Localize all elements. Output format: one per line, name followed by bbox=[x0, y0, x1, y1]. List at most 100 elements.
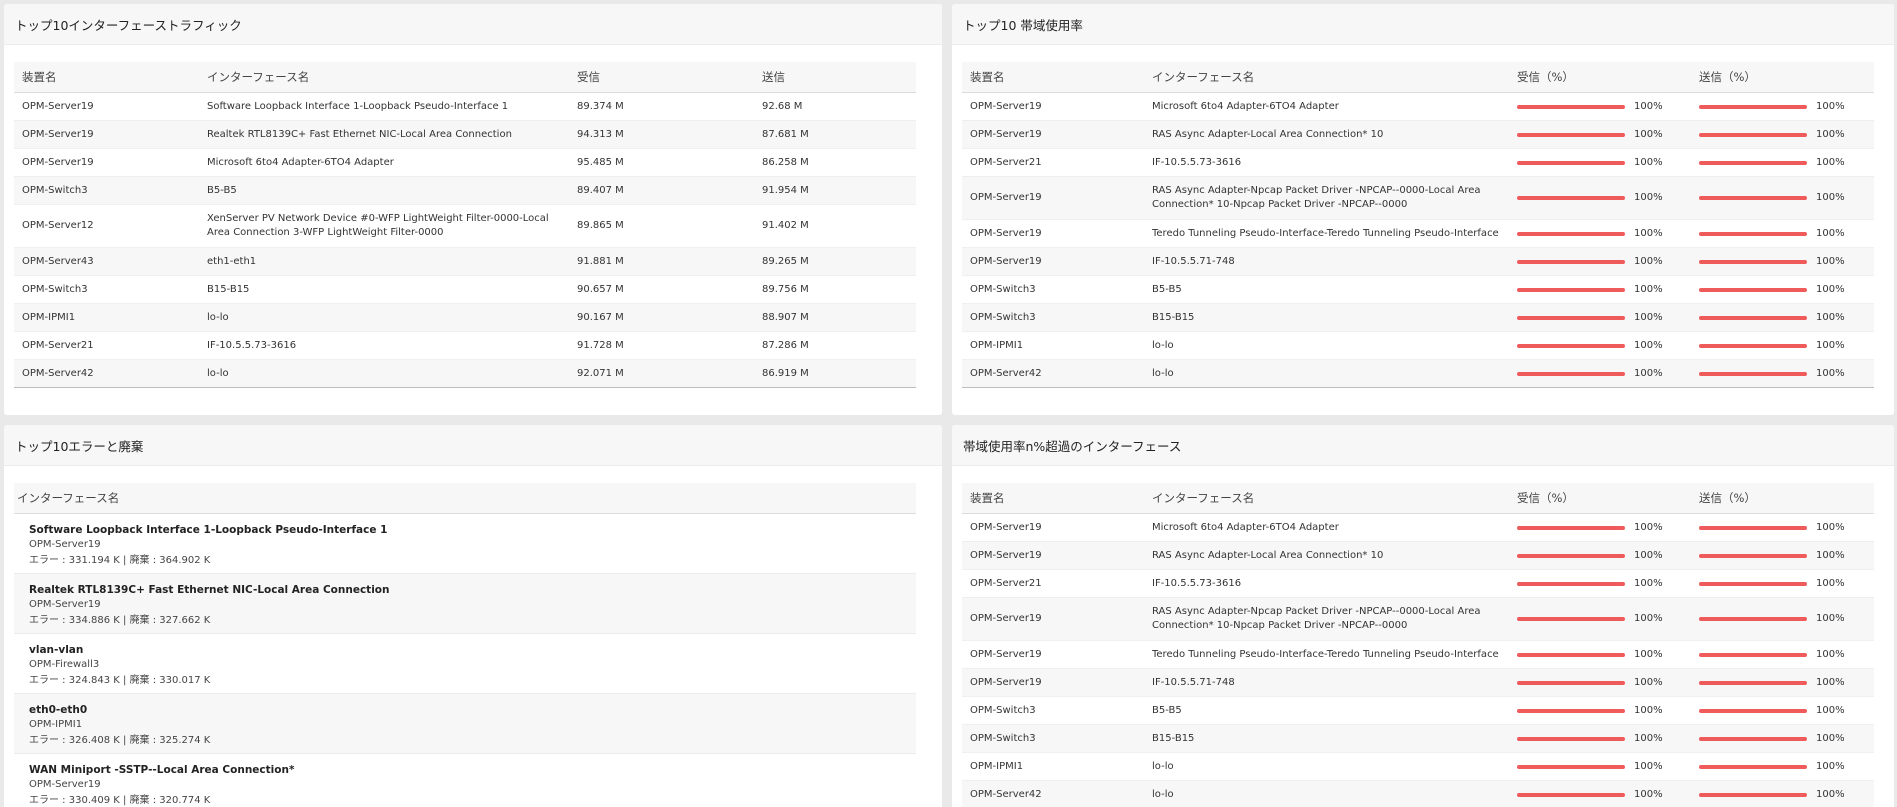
table-row[interactable]: OPM-Switch3 B5-B5 100% 100% bbox=[962, 697, 1874, 725]
table-row[interactable]: OPM-IPMI1 lo-lo 100% 100% bbox=[962, 332, 1874, 360]
bandwidth-table: 装置名 インターフェース名 受信（%） 送信（%） OPM-Server19 Mi… bbox=[962, 62, 1874, 388]
table-row[interactable]: OPM-Server21 IF-10.5.5.73-3616 100% 100% bbox=[962, 570, 1874, 598]
rx-cell: 89.374 M bbox=[577, 100, 624, 112]
tx-usage-bar bbox=[1699, 553, 1807, 558]
rx-percent: 100% bbox=[1634, 549, 1663, 561]
interface-cell: Microsoft 6to4 Adapter-6TO4 Adapter bbox=[207, 156, 394, 168]
table-row[interactable]: OPM-Server19 Teredo Tunneling Pseudo-Inte… bbox=[962, 641, 1874, 669]
tx-usage-bar bbox=[1699, 652, 1807, 657]
tx-percent: 100% bbox=[1816, 311, 1845, 323]
list-item[interactable]: WAN Miniport -SSTP--Local Area Connectio… bbox=[14, 754, 916, 807]
table-row[interactable]: OPM-Server21 IF-10.5.5.73-3616 91.728 M 87.… bbox=[14, 332, 916, 360]
rx-usage-bar bbox=[1517, 525, 1625, 530]
interface-cell: IF-10.5.5.71-748 bbox=[1152, 676, 1235, 688]
tx-percent: 100% bbox=[1816, 788, 1845, 800]
table-row[interactable]: OPM-Server19 RAS Async Adapter-Local Area… bbox=[962, 121, 1874, 149]
rx-usage-bar bbox=[1517, 104, 1625, 109]
col-device[interactable]: 装置名 bbox=[14, 70, 199, 84]
table-row[interactable]: OPM-Server21 IF-10.5.5.73-3616 100% 100% bbox=[962, 149, 1874, 177]
list-item[interactable]: vlan-vlan OPM-Firewall3 エラー : 324.843 K … bbox=[14, 634, 916, 694]
traffic-table: 装置名 インターフェース名 受信 送信 OPM-Server19 Software… bbox=[14, 62, 916, 388]
table-row[interactable]: OPM-Server42 lo-lo 92.071 M 86.919 M bbox=[14, 360, 916, 388]
rx-cell: 90.167 M bbox=[577, 311, 624, 323]
table-row[interactable]: OPM-Server19 IF-10.5.5.71-748 100% 100% bbox=[962, 248, 1874, 276]
rx-percent: 100% bbox=[1634, 156, 1663, 168]
list-item[interactable]: Software Loopback Interface 1-Loopback P… bbox=[14, 514, 916, 574]
rx-usage-bar bbox=[1517, 581, 1625, 586]
tx-percent: 100% bbox=[1816, 367, 1845, 379]
table-row[interactable]: OPM-Server19 Teredo Tunneling Pseudo-Inte… bbox=[962, 220, 1874, 248]
table-row[interactable]: OPM-Server43 eth1-eth1 91.881 M 89.265 M bbox=[14, 248, 916, 276]
interface-column-header[interactable]: インターフェース名 bbox=[14, 483, 916, 514]
table-row[interactable]: OPM-IPMI1 lo-lo 90.167 M 88.907 M bbox=[14, 304, 916, 332]
interface-cell: Teredo Tunneling Pseudo-Interface-Teredo… bbox=[1152, 648, 1499, 660]
rx-percent: 100% bbox=[1634, 648, 1663, 660]
tx-percent: 100% bbox=[1816, 100, 1845, 112]
table-row[interactable]: OPM-Switch3 B15-B15 100% 100% bbox=[962, 304, 1874, 332]
table-row[interactable]: OPM-Server19 Realtek RTL8139C+ Fast Ether… bbox=[14, 121, 916, 149]
tx-usage-bar bbox=[1699, 525, 1807, 530]
tx-percent: 100% bbox=[1816, 577, 1845, 589]
device-cell: OPM-Server19 bbox=[22, 100, 94, 112]
rx-usage-bar bbox=[1517, 343, 1625, 348]
table-row[interactable]: OPM-Server19 RAS Async Adapter-Local Area… bbox=[962, 542, 1874, 570]
col-device[interactable]: 装置名 bbox=[962, 70, 1144, 84]
tx-cell: 100% bbox=[1691, 128, 1874, 142]
table-row[interactable]: OPM-Server19 IF-10.5.5.71-748 100% 100% bbox=[962, 669, 1874, 697]
tx-percent: 100% bbox=[1816, 760, 1845, 772]
interface-cell: RAS Async Adapter-Npcap Packet Driver -N… bbox=[1152, 606, 1481, 631]
col-interface[interactable]: インターフェース名 bbox=[199, 70, 569, 84]
widget-title: トップ10エラーと廃棄 bbox=[4, 425, 942, 466]
col-tx-pct[interactable]: 送信（%） bbox=[1691, 70, 1874, 84]
widget-title: トップ10インターフェーストラフィック bbox=[4, 4, 942, 45]
rx-percent: 100% bbox=[1634, 613, 1663, 624]
error-discard-stats: エラー : 334.886 K | 廃棄 : 327.662 K bbox=[29, 615, 211, 626]
rx-percent: 100% bbox=[1634, 704, 1663, 716]
table-row[interactable]: OPM-Server19 RAS Async Adapter-Npcap Pack… bbox=[962, 598, 1874, 641]
device-cell: OPM-Server12 bbox=[22, 220, 94, 231]
interface-cell: Realtek RTL8139C+ Fast Ethernet NIC-Loca… bbox=[207, 128, 512, 140]
table-row[interactable]: OPM-Switch3 B15-B15 100% 100% bbox=[962, 725, 1874, 753]
col-interface[interactable]: インターフェース名 bbox=[1144, 491, 1509, 505]
list-item[interactable]: eth0-eth0 OPM-IPMI1 エラー : 326.408 K | 廃棄… bbox=[14, 694, 916, 754]
tx-usage-bar bbox=[1699, 371, 1807, 376]
col-tx[interactable]: 送信 bbox=[754, 70, 916, 84]
widget-title: トップ10 帯域使用率 bbox=[952, 4, 1894, 45]
table-row[interactable]: OPM-Server19 Microsoft 6to4 Adapter-6TO4 … bbox=[962, 514, 1874, 542]
rx-cell: 100% bbox=[1509, 283, 1691, 297]
col-rx[interactable]: 受信 bbox=[569, 70, 754, 84]
table-row[interactable]: OPM-Server19 Microsoft 6to4 Adapter-6TO4 … bbox=[962, 93, 1874, 121]
tx-percent: 100% bbox=[1816, 339, 1845, 351]
col-device[interactable]: 装置名 bbox=[962, 491, 1144, 505]
table-row[interactable]: OPM-Server19 Microsoft 6to4 Adapter-6TO4 … bbox=[14, 149, 916, 177]
col-rx-pct[interactable]: 受信（%） bbox=[1509, 491, 1691, 505]
error-discard-stats: エラー : 324.843 K | 廃棄 : 330.017 K bbox=[29, 675, 211, 686]
col-interface[interactable]: インターフェース名 bbox=[1144, 70, 1509, 84]
table-row[interactable]: OPM-Server19 RAS Async Adapter-Npcap Pack… bbox=[962, 177, 1874, 220]
col-tx-pct[interactable]: 送信（%） bbox=[1691, 491, 1874, 505]
table-row[interactable]: OPM-Switch3 B5-B5 89.407 M 91.954 M bbox=[14, 177, 916, 205]
list-item[interactable]: Realtek RTL8139C+ Fast Ethernet NIC-Loca… bbox=[14, 574, 916, 634]
rx-cell: 100% bbox=[1509, 521, 1691, 535]
table-row[interactable]: OPM-Server12 XenServer PV Network Device … bbox=[14, 205, 916, 248]
rx-cell: 100% bbox=[1509, 612, 1691, 626]
rx-cell: 100% bbox=[1509, 577, 1691, 591]
device-cell: OPM-Server19 bbox=[970, 676, 1042, 688]
table-row[interactable]: OPM-Server19 Software Loopback Interface … bbox=[14, 93, 916, 121]
tx-cell: 100% bbox=[1691, 100, 1874, 114]
col-rx-pct[interactable]: 受信（%） bbox=[1509, 70, 1691, 84]
table-row[interactable]: OPM-Switch3 B15-B15 90.657 M 89.756 M bbox=[14, 276, 916, 304]
rx-usage-bar bbox=[1517, 132, 1625, 137]
table-row[interactable]: OPM-IPMI1 lo-lo 100% 100% bbox=[962, 753, 1874, 781]
tx-cell: 100% bbox=[1691, 191, 1874, 205]
table-row[interactable]: OPM-Switch3 B5-B5 100% 100% bbox=[962, 276, 1874, 304]
error-discard-stats: エラー : 330.409 K | 廃棄 : 320.774 K bbox=[29, 795, 211, 806]
rx-cell: 95.485 M bbox=[577, 156, 624, 168]
tx-usage-bar bbox=[1699, 231, 1807, 236]
tx-percent: 100% bbox=[1816, 704, 1845, 716]
rx-usage-bar bbox=[1517, 160, 1625, 165]
tx-cell: 100% bbox=[1691, 521, 1874, 535]
table-row[interactable]: OPM-Server42 lo-lo 100% 100% bbox=[962, 781, 1874, 807]
tx-usage-bar bbox=[1699, 287, 1807, 292]
table-row[interactable]: OPM-Server42 lo-lo 100% 100% bbox=[962, 360, 1874, 388]
